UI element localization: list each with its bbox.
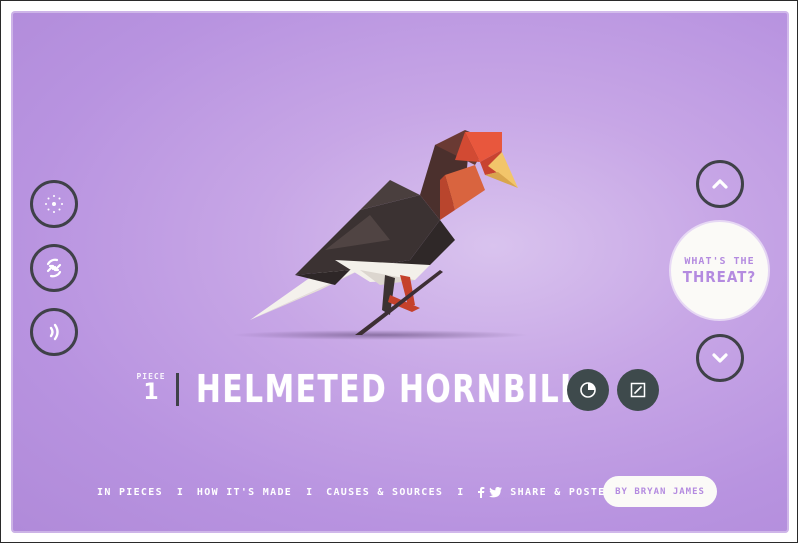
- nav-separator: I: [306, 487, 313, 498]
- nav-separator: I: [176, 487, 183, 498]
- footer-nav: IN PIECES I HOW IT'S MADE I CAUSES & SOU…: [97, 487, 613, 498]
- piece-indicator: PIECE 1: [134, 372, 168, 404]
- sound-icon: [49, 323, 59, 341]
- dots-icon: [45, 195, 63, 213]
- hornbill-illustration: [250, 130, 518, 335]
- edit-button[interactable]: [617, 369, 659, 411]
- edit-icon: [630, 382, 646, 398]
- nav-causes-sources[interactable]: CAUSES & SOURCES: [326, 487, 443, 498]
- piece-label: PIECE: [136, 372, 166, 381]
- credit-label: BY BRYAN JAMES: [615, 486, 705, 497]
- nav-share-poster[interactable]: SHARE & POSTER: [510, 487, 613, 498]
- threat-label-line1: WHAT'S THE: [684, 255, 755, 267]
- sound-button[interactable]: [30, 308, 78, 356]
- next-button[interactable]: [696, 334, 744, 382]
- piece-number: 1: [143, 380, 159, 405]
- shuffle-icon: [46, 258, 62, 278]
- facebook-icon[interactable]: [477, 487, 485, 498]
- chevron-down-icon: [712, 353, 728, 363]
- nav-separator: I: [457, 487, 464, 498]
- shuffle-button[interactable]: [30, 244, 78, 292]
- pie-chart-icon: [580, 382, 596, 398]
- social-icons: [477, 487, 503, 498]
- nav-how-its-made[interactable]: HOW IT'S MADE: [197, 487, 292, 498]
- title-divider: [176, 373, 179, 406]
- dots-button[interactable]: [30, 180, 78, 228]
- credit-button[interactable]: BY BRYAN JAMES: [603, 476, 717, 507]
- nav-in-pieces[interactable]: IN PIECES: [97, 487, 163, 498]
- previous-button[interactable]: [696, 160, 744, 208]
- species-title: HELMETED HORNBILL: [196, 367, 581, 411]
- stats-button[interactable]: [567, 369, 609, 411]
- chevron-up-icon: [712, 179, 728, 189]
- threat-button[interactable]: WHAT'S THE THREAT?: [671, 222, 768, 319]
- twitter-icon[interactable]: [489, 487, 503, 498]
- threat-label-line2: THREAT?: [682, 267, 757, 286]
